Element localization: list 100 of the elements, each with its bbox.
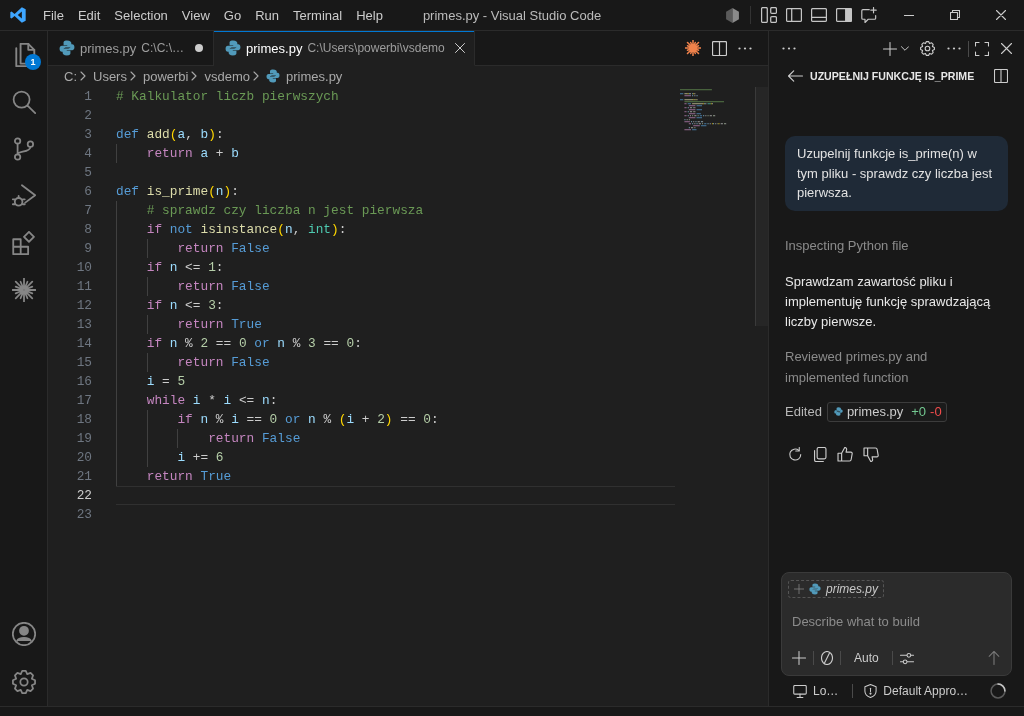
line-number: 17 <box>75 392 92 410</box>
file-type-icon <box>225 40 242 56</box>
more-icon[interactable] <box>947 47 961 50</box>
menu-item[interactable]: Edit <box>70 4 108 26</box>
file-chip[interactable]: primes.py +0 -0 <box>826 401 947 422</box>
line-number: 19 <box>75 430 92 448</box>
approvals-button[interactable]: Default Appro… <box>864 684 969 698</box>
line-number: 12 <box>75 297 92 315</box>
line-number: 8 <box>83 221 92 239</box>
summary-text: Reviewed primes.py and implemented function <box>785 347 929 387</box>
split-view-icon[interactable] <box>994 69 1008 83</box>
progress-text: Inspecting Python file <box>785 236 910 255</box>
sidebar-right-icon[interactable] <box>835 8 852 22</box>
monitor-icon <box>793 684 807 698</box>
chevron-down-icon[interactable] <box>901 46 909 51</box>
copy-icon[interactable] <box>813 446 827 462</box>
menu-item[interactable]: Selection <box>107 4 175 26</box>
circle-slash-icon[interactable] <box>821 651 833 665</box>
line-number: 2 <box>83 107 92 125</box>
line-number: 5 <box>83 164 92 182</box>
layout-icon[interactable] <box>760 7 777 23</box>
spinner-icon <box>990 683 1006 699</box>
file-type-icon <box>266 69 280 83</box>
restore-icon[interactable] <box>950 10 960 20</box>
file-type-icon <box>809 583 821 595</box>
line-number: 20 <box>75 449 92 467</box>
arrow-up-icon[interactable] <box>987 651 1001 665</box>
breadcrumb-item[interactable]: primes.py <box>266 68 343 84</box>
attachment-chip[interactable]: primes.py <box>788 580 884 598</box>
arrow-left-icon[interactable] <box>788 70 803 82</box>
message-field[interactable]: Describe what to build <box>788 611 1001 631</box>
line-number: 13 <box>75 316 92 334</box>
shield-icon <box>864 684 878 698</box>
branch-icon[interactable] <box>11 136 36 161</box>
menu-item[interactable]: Go <box>216 4 249 26</box>
chat-title: UZUPEŁNIJ FUNKCJĘ IS_PRIME <box>810 70 975 82</box>
code-line: def is_prime(n): <box>116 183 240 201</box>
app-logo-icon[interactable] <box>10 7 26 23</box>
chevron-right-icon <box>129 71 136 81</box>
menu-item[interactable]: Run <box>248 4 286 26</box>
minimize-icon[interactable] <box>904 14 914 16</box>
line-number: 23 <box>75 506 92 524</box>
breadcrumb-item[interactable]: powerbi <box>142 68 189 84</box>
editor-tab[interactable]: primes.py C:\Users\powerbi\vsdemo <box>214 31 475 66</box>
starburst-icon[interactable] <box>11 277 36 302</box>
split-view-icon[interactable] <box>711 40 727 56</box>
line-number: 1 <box>83 88 92 106</box>
line-number: 4 <box>83 145 92 163</box>
refresh-icon[interactable] <box>788 446 803 462</box>
more-icon[interactable] <box>782 47 796 50</box>
chat-bubble-icon[interactable] <box>860 7 877 23</box>
sidebar-left-icon[interactable] <box>785 8 802 22</box>
thumbs-up-icon[interactable] <box>837 446 853 462</box>
modified-dot-icon[interactable] <box>195 44 204 52</box>
line-number: 21 <box>75 468 92 486</box>
close-icon[interactable] <box>996 10 1006 20</box>
starburst-icon[interactable] <box>685 40 701 56</box>
line-number: 22 <box>75 487 92 505</box>
plus-icon <box>794 584 804 594</box>
line-number: 16 <box>75 373 92 391</box>
cube-icon[interactable] <box>726 7 739 23</box>
mode-picker[interactable]: Auto <box>848 651 885 665</box>
plus-icon[interactable] <box>792 651 806 665</box>
thumbs-down-icon[interactable] <box>863 446 879 462</box>
sliders-icon[interactable] <box>899 651 914 665</box>
line-number: 14 <box>75 335 92 353</box>
location-button[interactable]: Lo… <box>793 684 839 698</box>
bug-play-icon[interactable] <box>11 183 36 208</box>
line-number: 11 <box>75 278 92 296</box>
file-type-icon <box>59 40 75 56</box>
breadcrumb-item[interactable]: vsdemo <box>204 68 250 84</box>
account-icon[interactable] <box>11 622 36 646</box>
notification-badge: 1 <box>25 54 41 70</box>
menu-item[interactable]: File <box>36 4 71 26</box>
file-type-icon <box>833 407 843 416</box>
line-number: 15 <box>75 354 92 372</box>
menu-item[interactable]: Terminal <box>286 4 350 26</box>
window-title: primes.py - Visual Studio Code <box>422 7 602 23</box>
close-icon[interactable] <box>1001 43 1012 54</box>
breadcrumb-item[interactable]: Users <box>93 68 127 84</box>
code-line: def add(a, b): <box>116 126 225 144</box>
user-message: Uzupelnij funkcje is_prime(n) w tym pliku - sprawdz czy liczba jest pierwsza. <box>785 136 1008 211</box>
scrollbar[interactable] <box>755 87 768 326</box>
more-icon[interactable] <box>738 46 752 50</box>
search-icon[interactable] <box>11 89 36 114</box>
menu-item[interactable]: View <box>174 4 217 26</box>
panel-bottom-icon[interactable] <box>810 8 827 22</box>
close-icon[interactable] <box>454 43 465 53</box>
menu-item[interactable]: Help <box>349 4 390 26</box>
expand-icon[interactable] <box>975 41 989 56</box>
settings-icon[interactable] <box>920 41 935 56</box>
line-number: 6 <box>83 183 92 201</box>
plus-icon[interactable] <box>883 41 897 56</box>
line-number: 3 <box>83 126 92 144</box>
chevron-right-icon <box>191 71 198 81</box>
settings-icon[interactable] <box>11 670 36 694</box>
breadcrumb-item[interactable]: C: <box>64 68 77 84</box>
blocks-icon[interactable] <box>11 230 36 255</box>
response-text: Sprawdzam zawartość pliku i implementuję funkcję sprawdzającą liczby pierwsze. <box>785 272 992 331</box>
editor-tab[interactable]: primes.py C:\C:\… <box>48 31 215 66</box>
